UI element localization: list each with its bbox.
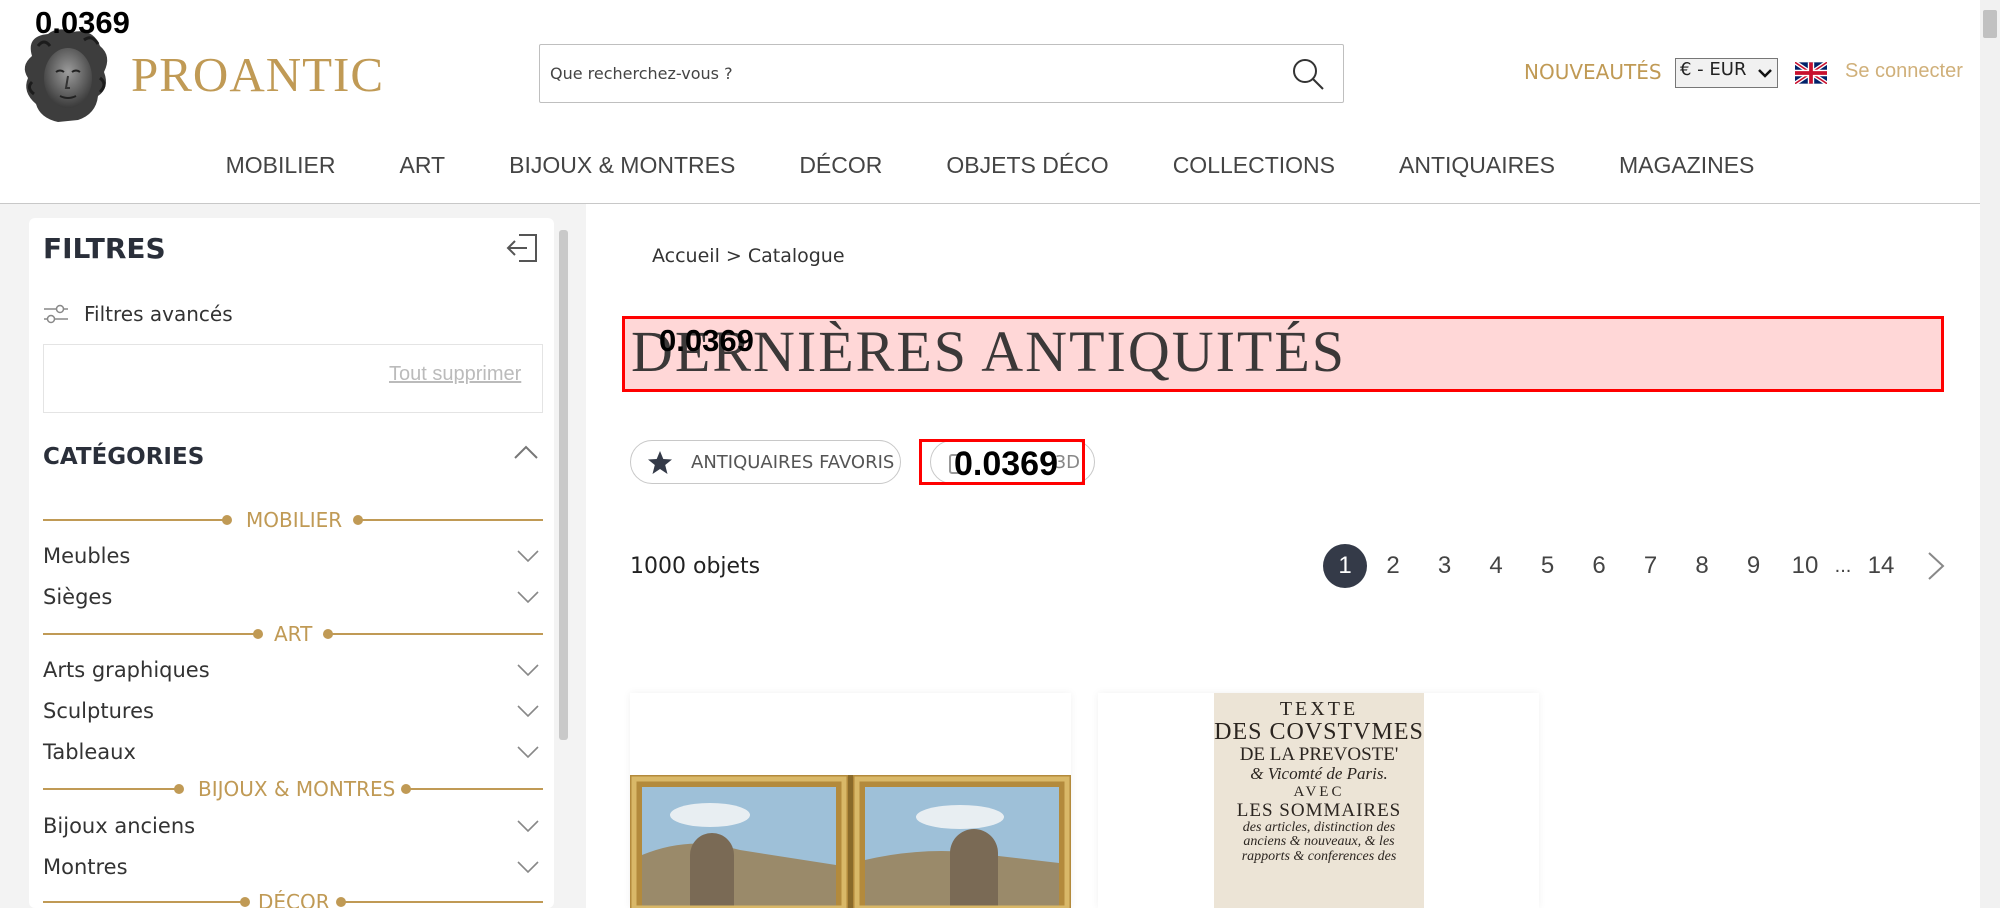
score-overlay-title: 0.0369: [659, 323, 754, 358]
next-page-icon[interactable]: [1925, 551, 1947, 581]
score-overlay-top: 0.0369: [35, 5, 130, 40]
book-text-line: AVEC: [1293, 783, 1345, 800]
filters-title: FILTRES: [43, 232, 166, 265]
nav-item-mobilier[interactable]: MOBILIER: [226, 150, 336, 204]
breadcrumb[interactable]: Accueil > Catalogue: [652, 245, 845, 267]
currency-select[interactable]: € - EUR: [1675, 58, 1778, 88]
category-item-sculptures[interactable]: Sculptures: [43, 699, 543, 723]
favorite-dealers-label: ANTIQUAIRES FAVORIS: [691, 452, 895, 473]
category-item-tableaux[interactable]: Tableaux: [43, 740, 543, 764]
sidebar-scrollbar[interactable]: [559, 230, 568, 740]
page-5[interactable]: 5: [1522, 552, 1573, 580]
main-nav: MOBILIER ART BIJOUX & MONTRES DÉCOR OBJE…: [0, 150, 1980, 204]
page-6[interactable]: 6: [1573, 552, 1625, 580]
score-overlay-button: 0.0369: [954, 445, 1058, 483]
search-input[interactable]: [550, 45, 1290, 102]
page-3[interactable]: 3: [1419, 552, 1470, 580]
book-text-line: & Vicomté de Paris.: [1250, 764, 1388, 784]
uk-flag-icon[interactable]: [1795, 62, 1827, 84]
section-divider-decor: DÉCOR: [43, 890, 543, 908]
section-label: DÉCOR: [258, 890, 330, 908]
product-image-book[interactable]: TEXTE DES COVSTVMES DE LA PREVOSTE' & Vi…: [1214, 693, 1424, 908]
nav-item-antiquaires[interactable]: ANTIQUAIRES: [1399, 150, 1555, 204]
page-10[interactable]: 10: [1779, 552, 1831, 580]
nav-item-decor[interactable]: DÉCOR: [799, 150, 882, 204]
currency-selected: € - EUR: [1680, 59, 1747, 80]
page-8[interactable]: 8: [1676, 552, 1728, 580]
clear-all-link[interactable]: Tout supprimer: [389, 363, 521, 386]
login-link[interactable]: Se connecter: [1845, 60, 1963, 83]
book-text-line: des articles, distinction des: [1242, 819, 1396, 835]
nav-item-collections[interactable]: COLLECTIONS: [1173, 150, 1335, 204]
page-1[interactable]: 1: [1323, 544, 1367, 588]
chevron-down-icon: [517, 746, 539, 759]
nav-item-objets-deco[interactable]: OBJETS DÉCO: [946, 150, 1108, 204]
nav-item-art[interactable]: ART: [400, 150, 446, 204]
search-bar[interactable]: [539, 44, 1344, 103]
chevron-down-icon: [517, 820, 539, 833]
chevron-down-icon: [517, 550, 539, 563]
category-item-arts-graphiques[interactable]: Arts graphiques: [43, 658, 543, 682]
book-text-line: anciens & nouveaux, & les: [1243, 834, 1395, 850]
chevron-up-icon[interactable]: [513, 444, 539, 460]
chevron-down-icon: [517, 591, 539, 604]
category-item-meubles[interactable]: Meubles: [43, 544, 543, 568]
product-image-paintings[interactable]: [630, 775, 1071, 908]
category-item-bijoux-anciens[interactable]: Bijoux anciens: [43, 814, 543, 838]
page-4[interactable]: 4: [1470, 552, 1522, 580]
star-icon: [648, 451, 672, 474]
categories-title: CATÉGORIES: [43, 444, 205, 470]
page-9[interactable]: 9: [1728, 552, 1779, 580]
new-arrivals-link[interactable]: NOUVEAUTÉS: [1524, 60, 1662, 84]
chevron-down-icon: [517, 664, 539, 677]
book-text-line: DES COVSTVMES: [1214, 719, 1424, 745]
section-label: BIJOUX & MONTRES: [198, 777, 396, 801]
book-text-line: LES SOMMAIRES: [1236, 799, 1402, 821]
section-divider-art: ART: [43, 622, 543, 646]
book-text-line: TEXTE: [1279, 698, 1359, 720]
chevron-down-icon: [517, 861, 539, 874]
scrollbar-thumb[interactable]: [1983, 10, 1997, 38]
page-scrollbar[interactable]: [1980, 0, 2000, 908]
category-item-montres[interactable]: Montres: [43, 855, 543, 879]
nav-item-bijoux-montres[interactable]: BIJOUX & MONTRES: [509, 150, 735, 204]
pagination: 1 2 3 4 5 6 7 8 9 10 ... 14: [1323, 544, 1947, 588]
book-text-line: DE LA PREVOSTE': [1239, 744, 1399, 766]
section-divider-bijoux-montres: BIJOUX & MONTRES: [43, 777, 543, 801]
sliders-icon[interactable]: [44, 304, 68, 324]
collapse-sidebar-icon[interactable]: [505, 232, 539, 264]
brand-name[interactable]: PROANTIC: [131, 46, 384, 103]
book-text-line: rapports & conferences des: [1241, 849, 1397, 865]
favorite-dealers-button[interactable]: ANTIQUAIRES FAVORIS: [630, 440, 901, 484]
search-icon[interactable]: [1291, 57, 1325, 91]
category-item-sieges[interactable]: Sièges: [43, 585, 543, 609]
advanced-filters-link[interactable]: Filtres avancés: [84, 302, 233, 326]
chevron-down-icon: [1758, 69, 1772, 78]
page-ellipsis: ...: [1834, 554, 1852, 577]
page-2[interactable]: 2: [1367, 552, 1419, 580]
section-divider-mobilier: MOBILIER: [43, 508, 543, 532]
logo-head-icon[interactable]: [18, 26, 114, 124]
section-label: MOBILIER: [246, 508, 343, 532]
chevron-down-icon: [517, 705, 539, 718]
nav-item-magazines[interactable]: MAGAZINES: [1619, 150, 1754, 204]
page-7[interactable]: 7: [1625, 552, 1676, 580]
section-label: ART: [274, 622, 313, 646]
results-count: 1000 objets: [630, 554, 761, 579]
page-14[interactable]: 14: [1855, 552, 1907, 580]
